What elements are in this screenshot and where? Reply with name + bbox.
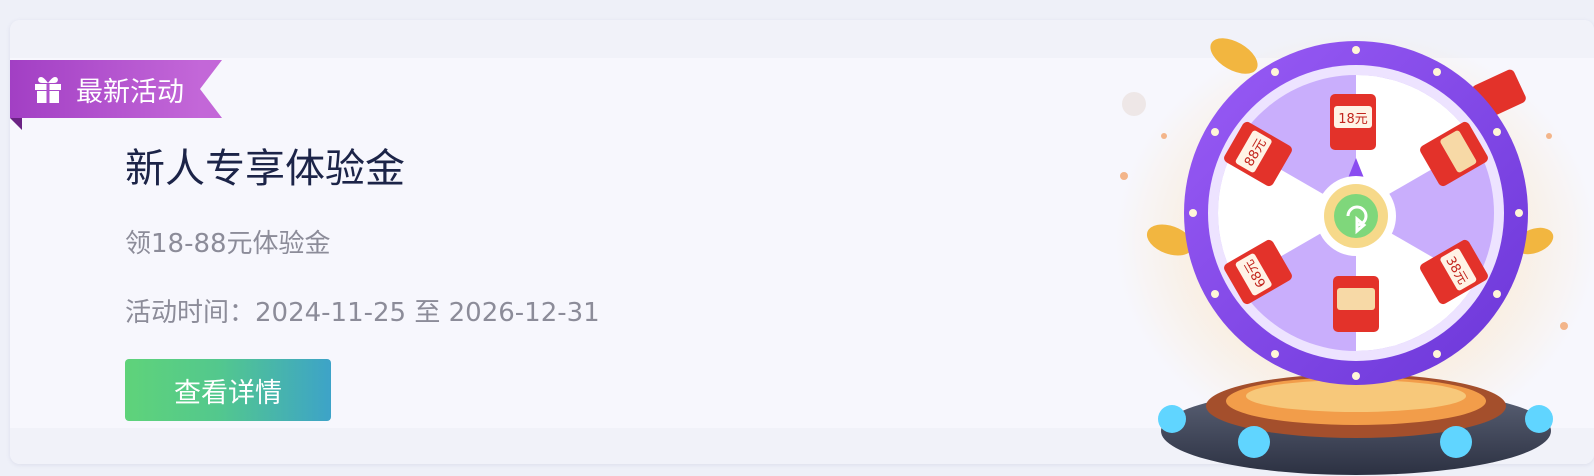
view-details-button[interactable]: 查看详情 bbox=[125, 359, 331, 421]
prize-envelope-18: 18元 bbox=[1330, 94, 1376, 150]
prize-label: 18元 bbox=[1338, 112, 1368, 127]
activity-period: 活动时间：2024-11-25 至 2026-12-31 bbox=[125, 298, 600, 328]
activity-subtitle: 领18-88元体验金 bbox=[125, 229, 331, 259]
latest-activity-ribbon: 最新活动 bbox=[10, 60, 222, 130]
prize-wheel-illustration: 18元 38元 88元 68元 bbox=[1116, 31, 1594, 475]
activity-title: 新人专享体验金 bbox=[125, 146, 405, 192]
mystery-envelope bbox=[1333, 276, 1379, 332]
gift-icon bbox=[35, 77, 61, 103]
ribbon-label: 最新活动 bbox=[76, 76, 184, 108]
